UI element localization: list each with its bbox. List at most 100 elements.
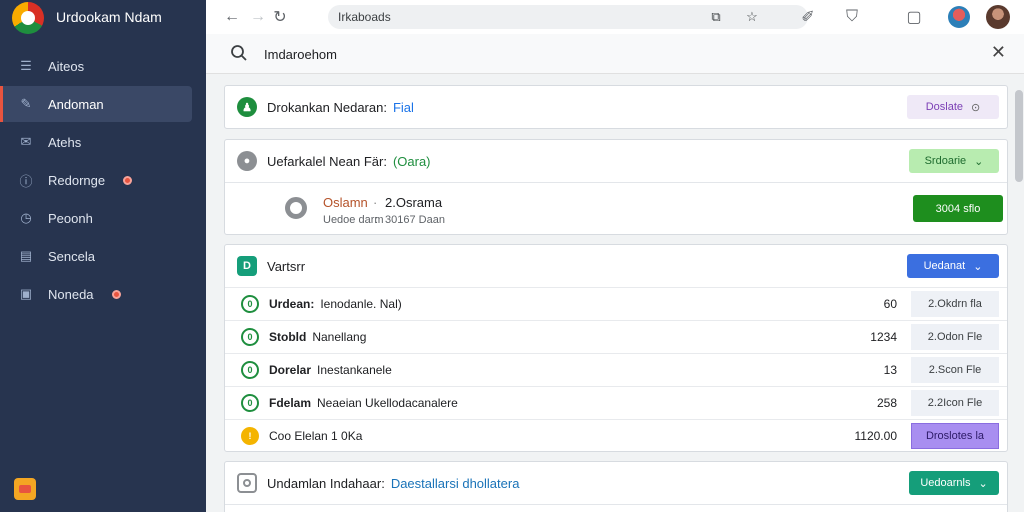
mail-icon: ✉: [20, 134, 32, 149]
record-icon: [237, 473, 257, 493]
forward-arrow-icon[interactable]: →: [246, 5, 270, 29]
card-title: Drokankan Nedaran:: [267, 99, 387, 115]
sidebar-item-label: Peoonh: [48, 210, 93, 226]
reload-icon[interactable]: ↻: [268, 5, 292, 29]
settings-icon: ⊙: [971, 101, 981, 114]
star-icon[interactable]: ☆: [744, 9, 760, 25]
sidebar-item-label: Sencela: [48, 248, 95, 264]
card-highlight: Daestallarsi dhollatera: [390, 475, 520, 491]
divider: [225, 504, 1007, 505]
card-vartsrr: D Vartsrr Uedanat ⌄ 0 Urdean: Ienodanle.…: [224, 244, 1008, 452]
uedoarnls-dropdown[interactable]: Uedoarnls ⌄: [909, 471, 999, 495]
scrollbar[interactable]: [1014, 75, 1024, 512]
avatar-extension[interactable]: [948, 6, 970, 28]
close-icon[interactable]: ✕: [991, 42, 1006, 63]
card-header: ♟ Drokankan Nedaran: Fial Doslate ⊙: [225, 86, 1007, 128]
document-icon: D: [237, 256, 257, 276]
dropdown-label: Uedanat: [923, 260, 966, 272]
card-detail: Oslamn · 2.Osrama Uedoe darm : 30167 Daa…: [225, 183, 1007, 235]
card-title: Uefarkalel Nean Fär:: [267, 153, 387, 169]
search-icon[interactable]: [230, 44, 248, 62]
back-arrow-icon[interactable]: ←: [220, 5, 244, 29]
row-title: Dorelar: [269, 363, 312, 377]
sidebar-item-atehs[interactable]: ✉ Atehs: [0, 124, 206, 160]
table-row[interactable]: 0 Fdelam Neaeian Ukellodacanalere 258 2.…: [225, 386, 1007, 419]
sidebar-item-andoman[interactable]: ✎ Andoman: [0, 86, 192, 122]
sidebar: Urdookam Ndam ☰ Aiteos ✎ Andoman ✉ Atehs…: [0, 0, 206, 512]
app-logo-icon: [12, 2, 44, 34]
row-title: Fdelam: [269, 396, 312, 410]
sidebar-item-sencela[interactable]: ▤ Sencela: [0, 238, 206, 274]
brand: Urdookam Ndam: [0, 0, 206, 34]
row-cell[interactable]: 2.2Icon Fle: [911, 390, 999, 416]
detail-label: Oslamn: [323, 195, 368, 210]
srdoarie-dropdown[interactable]: Srdoarie ⌄: [909, 149, 999, 173]
menu-icon: ☰: [20, 58, 32, 73]
sidebar-item-aiteos[interactable]: ☰ Aiteos: [0, 48, 206, 84]
status-icon: 0: [241, 361, 259, 379]
sidebar-item-label: Atehs: [48, 134, 82, 150]
row-value: 13: [883, 363, 897, 377]
chevron-down-icon: ⌄: [978, 477, 988, 490]
status-icon: 0: [241, 328, 259, 346]
table-row[interactable]: 0 Dorelar Inestankanele 13 2.Scon Fle: [225, 353, 1007, 386]
sidebar-item-label: Redornge: [48, 172, 106, 188]
doslate-button[interactable]: Doslate ⊙: [907, 95, 999, 119]
row-cell[interactable]: 2.Odon Fle: [911, 324, 999, 350]
detail-value: 2.Osrama: [385, 195, 443, 210]
card-title: Undamlan Indahaar:: [267, 475, 385, 491]
app-title: Urdookam Ndam: [56, 9, 162, 25]
scrollbar-thumb[interactable]: [1015, 90, 1023, 182]
row-cell[interactable]: 2.Scon Fle: [911, 357, 999, 383]
chevron-down-icon: ⌄: [973, 260, 983, 273]
pen-icon[interactable]: ✐: [796, 5, 820, 29]
card-highlight: (Oara): [392, 153, 431, 169]
card-header: ● Uefarkalel Nean Fär: (Oara) Srdoarie ⌄: [225, 140, 1007, 182]
notification-badge: [111, 289, 121, 299]
dropdown-label: Srdoarie: [924, 155, 967, 167]
row-desc: Ienodanle. Nal): [320, 297, 402, 311]
sidebar-item-redornge[interactable]: ⓘ Redornge: [0, 162, 206, 198]
address-bar[interactable]: Irkaboads ⧉ ☆: [328, 5, 808, 29]
card-highlight: Fial: [392, 99, 414, 115]
avatar[interactable]: [986, 5, 1010, 29]
sidebar-item-noneda[interactable]: ▣ Noneda: [0, 276, 206, 312]
table-row[interactable]: 0 Stobld Nanellang 1234 2.Odon Fle: [225, 320, 1007, 353]
warning-icon: !: [241, 427, 259, 445]
row-desc: Neaeian Ukellodacanalere: [317, 396, 458, 410]
row-desc: Inestankanele: [317, 363, 392, 377]
search-input[interactable]: [264, 43, 964, 65]
browser-toolbar: ← → ↻ Irkaboads ⧉ ☆ ✐ ⛉ ▢: [206, 0, 1024, 34]
user-icon: ♟: [237, 97, 257, 117]
row-desc: Coo Elelan 1 0Ka: [269, 429, 363, 443]
card-header: D Vartsrr Uedanat ⌄: [225, 245, 1007, 287]
table-row[interactable]: 0 Urdean: Ienodanle. Nal) 60 2.Okdrn fla: [225, 287, 1007, 320]
chevron-down-icon: ⌄: [974, 155, 984, 168]
uedanat-dropdown[interactable]: Uedanat ⌄: [907, 254, 999, 278]
action-button[interactable]: 3004 sflo: [913, 195, 1003, 222]
row-desc: Nanellang: [312, 330, 367, 344]
card-drokankan: ♟ Drokankan Nedaran: Fial Doslate ⊙: [224, 85, 1008, 129]
row-value: 1120.00: [854, 429, 898, 443]
row-cell[interactable]: Droslotes la: [911, 423, 999, 449]
sidebar-item-peoonh[interactable]: ◷ Peoonh: [0, 200, 206, 236]
list-icon: ▤: [19, 248, 33, 263]
search-bar: ✕: [206, 34, 1024, 74]
tab-icon[interactable]: ⧉: [708, 9, 724, 25]
detail-subvalue: 30167 Daan: [385, 214, 445, 226]
table-row[interactable]: ! Coo Elelan 1 0Ka 1120.00 Droslotes la: [225, 419, 1007, 452]
card-title: Vartsrr: [267, 258, 306, 274]
shield-icon[interactable]: ⛉: [840, 5, 864, 29]
calendar-icon[interactable]: [14, 478, 36, 500]
row-value: 258: [876, 396, 897, 410]
bag-icon[interactable]: ▢: [902, 5, 926, 29]
status-icon: 0: [241, 394, 259, 412]
doslate-label: Doslate: [925, 101, 964, 113]
edit-icon: ✎: [20, 96, 32, 111]
address-text: Irkaboads: [338, 10, 391, 24]
row-cell[interactable]: 2.Okdrn fla: [911, 291, 999, 317]
sidebar-item-label: Andoman: [48, 96, 104, 112]
detail-subseparator: :: [375, 214, 379, 226]
row-value: 60: [883, 297, 897, 311]
card-undamlan: Undamlan Indahaar: Daestallarsi dhollate…: [224, 461, 1008, 512]
